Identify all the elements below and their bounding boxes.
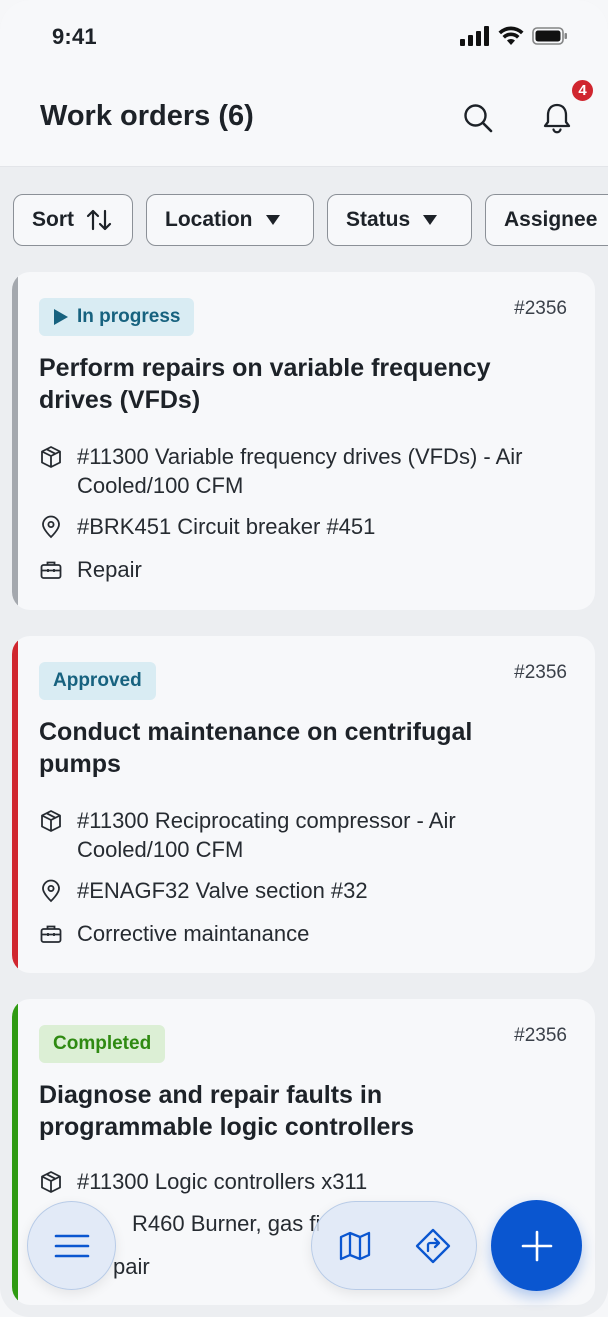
asset-text: #11300 Reciprocating compressor - Air Co… (77, 808, 456, 862)
caret-down-icon (265, 215, 280, 225)
toolbox-icon (39, 919, 63, 948)
location-text: #BRK451 Circuit breaker #451 (77, 514, 376, 539)
work-order-number: #2356 (514, 298, 567, 319)
status-chip-label: Status (346, 208, 411, 231)
work-order-card[interactable]: In progress #2356 Perform repairs on var… (12, 272, 595, 610)
battery-icon (532, 26, 568, 51)
status-label: Completed (53, 1033, 152, 1054)
add-work-order-button[interactable] (491, 1200, 582, 1291)
location-row: #ENAGF32 Valve section #32 (39, 876, 559, 905)
type-row: Corrective maintanance (39, 919, 559, 948)
work-order-title: Conduct maintenance on centrifugal pumps (39, 718, 473, 778)
status-stripe (12, 636, 18, 973)
plus-icon (521, 1230, 552, 1261)
sort-chip-label: Sort (32, 208, 74, 231)
filter-bar: Sort Location Status Assignee (0, 194, 608, 248)
page-title: Work orders (6) (40, 100, 254, 132)
asset-row: #11300 Reciprocating compressor - Air Co… (39, 806, 559, 864)
map-button[interactable] (333, 1224, 377, 1268)
work-order-number: #2356 (514, 1025, 567, 1046)
caret-down-icon (423, 215, 438, 225)
search-button[interactable] (456, 96, 500, 140)
type-row: pair (113, 1252, 233, 1281)
work-order-title: Perform repairs on variable frequency dr… (39, 354, 491, 414)
location-row: #BRK451 Circuit breaker #451 (39, 512, 559, 541)
asset-row: #11300 Logic controllers x311 (39, 1167, 559, 1196)
type-text: Corrective maintanance (77, 921, 310, 946)
phone-screen: 9:41 Work orders (6) 4 Sort Location Sta… (0, 0, 608, 1317)
menu-button[interactable] (27, 1201, 116, 1290)
location-row: R460 Burner, gas fi (132, 1209, 332, 1238)
bell-icon (543, 103, 571, 134)
work-order-number: #2356 (514, 662, 567, 683)
status-badge: Approved (39, 662, 156, 700)
box-icon (39, 442, 63, 471)
status-filter-chip[interactable]: Status (327, 194, 472, 246)
location-chip-label: Location (165, 208, 253, 231)
directions-icon (415, 1228, 451, 1264)
toolbox-icon (39, 555, 63, 584)
type-text: Repair (77, 557, 142, 582)
status-icons (460, 26, 568, 51)
wifi-icon (498, 26, 524, 51)
notification-badge: 4 (570, 78, 595, 103)
location-filter-chip[interactable]: Location (146, 194, 314, 246)
assignee-filter-chip[interactable]: Assignee (485, 194, 608, 246)
status-stripe (12, 999, 18, 1305)
play-icon (54, 309, 68, 325)
asset-text: #11300 Variable frequency drives (VFDs) … (77, 444, 523, 498)
map-icon (339, 1231, 371, 1261)
status-label: In progress (77, 306, 181, 327)
status-badge: Completed (39, 1025, 166, 1063)
status-time: 9:41 (52, 24, 97, 49)
asset-row: #11300 Variable frequency drives (VFDs) … (39, 442, 559, 500)
location-text: #ENAGF32 Valve section #32 (77, 878, 368, 903)
map-nav-group (311, 1201, 477, 1290)
search-icon (464, 104, 493, 133)
location-text: R460 Burner, gas fi (132, 1211, 321, 1236)
work-order-card[interactable]: Approved #2356 Conduct maintenance on ce… (12, 636, 595, 973)
location-pin-icon (39, 876, 63, 905)
assignee-chip-label: Assignee (504, 208, 598, 231)
sort-chip[interactable]: Sort (13, 194, 133, 246)
status-stripe (12, 272, 18, 610)
work-order-title: Diagnose and repair faults in programmab… (39, 1081, 415, 1141)
cellular-signal-icon (460, 26, 490, 51)
asset-text: #11300 Logic controllers x311 (77, 1169, 368, 1194)
directions-button[interactable] (411, 1224, 455, 1268)
location-pin-icon (39, 512, 63, 541)
type-text: pair (113, 1254, 150, 1279)
type-row: Repair (39, 555, 559, 584)
app-header: Work orders (6) (0, 72, 608, 167)
notifications-button[interactable] (535, 96, 579, 140)
hamburger-menu-icon (54, 1234, 89, 1257)
status-bar: 9:41 (0, 0, 608, 72)
box-icon (39, 806, 63, 835)
box-icon (39, 1167, 63, 1196)
status-label: Approved (53, 670, 142, 691)
status-badge: In progress (39, 298, 195, 336)
sort-arrows-icon (86, 209, 112, 231)
